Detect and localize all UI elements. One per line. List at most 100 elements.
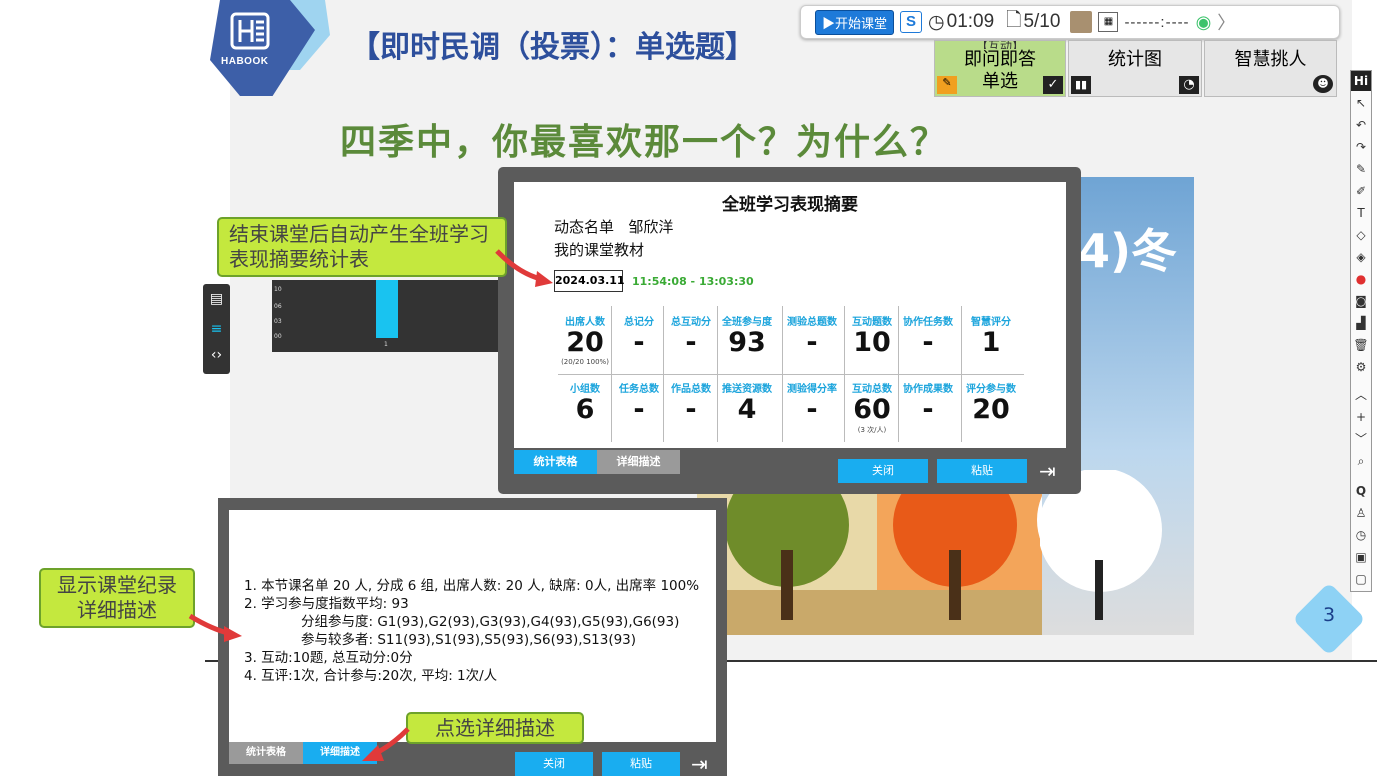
eraser-icon[interactable]: ◇ <box>1351 225 1371 245</box>
callout-click-detail: 点选详细描述 <box>406 712 584 744</box>
tab-quick-answer-label: 即问即答 <box>964 49 1036 70</box>
stat-label: 全班参与度 <box>722 317 772 328</box>
hi-button[interactable]: Hi <box>1351 71 1371 91</box>
avatar[interactable] <box>1070 11 1093 33</box>
stat-sub: (3 次/人) <box>857 426 887 434</box>
start-class-button[interactable]: ▶开始课堂 <box>815 9 895 35</box>
q-button[interactable]: Q <box>1351 481 1371 501</box>
time-range: 11:54:08 - 13:03:30 <box>632 275 754 288</box>
stat-value: - <box>922 327 934 358</box>
stat-value: 6 <box>575 394 595 425</box>
stat-value: 20 <box>566 327 604 358</box>
tab-stat-chart[interactable]: 统计图 ▮▮ ◔ <box>1068 40 1202 97</box>
stat-value: 4 <box>737 394 757 425</box>
exit-icon[interactable]: ⇥ <box>1039 459 1056 483</box>
roster-line: 动态名单 邹欣洋 <box>554 216 673 237</box>
cursor-icon[interactable]: ↖ <box>1351 93 1371 113</box>
top-toolbar: ▶开始课堂 S ◷ 01:09 🗋 5/10 ▦ ------:---- ◉ 〉 <box>800 5 1340 39</box>
tab-smart-pick-label: 智慧挑人 <box>1234 49 1307 70</box>
plus-icon[interactable]: + <box>1351 407 1371 427</box>
screen-icon[interactable]: ▢ <box>1351 569 1371 589</box>
stat-cell: 互动题数 10 <box>843 313 901 358</box>
summary-title: 全班学习表现摘要 <box>722 195 858 215</box>
close-button[interactable]: 关闭 <box>838 459 928 483</box>
function-tabs: 【互动】 即问即答 单选 ✎ ✓ 统计图 ▮▮ ◔ 智慧挑人 ☻ <box>934 40 1337 98</box>
pen-icon[interactable]: ✎ <box>1351 159 1371 179</box>
pencil-icon: ✎ <box>937 76 957 94</box>
detail-line: 1. 本节课名单 20 人, 分成 6 组, 出席人数: 20 人, 缺席: 0… <box>244 578 700 594</box>
image-icon[interactable]: ▣ <box>1351 547 1371 567</box>
stat-cell: 小组数 6 <box>556 380 614 425</box>
stat-value: 10 <box>853 327 891 358</box>
check-icon: ✓ <box>1043 76 1063 94</box>
seasons-trees-image <box>697 470 1042 635</box>
tab-stat-table[interactable]: 统计表格 <box>229 742 303 764</box>
material-name: 我的课堂教材 <box>554 241 645 259</box>
paste-button[interactable]: 粘贴 <box>937 459 1027 483</box>
status-text: ------:---- <box>1124 13 1190 31</box>
chevron-down-icon[interactable]: ﹀ <box>1351 429 1371 449</box>
stat-label: 协作任务数 <box>903 317 953 328</box>
signal-icon[interactable]: ◉ <box>1196 12 1212 33</box>
callout-show-detail: 显示课堂纪录详细描述 <box>39 568 195 628</box>
timer-icon[interactable]: ◷ <box>1351 525 1371 545</box>
summary-panel: 全班学习表现摘要 动态名单 邹欣洋 我的课堂教材 2024.03.11 11:5… <box>514 182 1066 474</box>
user-icon[interactable]: ♙ <box>1351 503 1371 523</box>
stat-value: - <box>806 327 818 358</box>
stat-cell: 全班参与度 93 <box>718 313 776 358</box>
roster-label: 动态名单 <box>554 218 615 236</box>
brush-icon[interactable]: ✐ <box>1351 181 1371 201</box>
stat-cell: 协作成果数 - <box>899 380 957 425</box>
fill-icon[interactable]: ◈ <box>1351 247 1371 267</box>
search-icon[interactable]: ⌕ <box>1351 451 1371 471</box>
tab-stat-chart-label: 统计图 <box>1108 49 1162 70</box>
exit-icon[interactable]: ⇥ <box>691 752 708 776</box>
paste-button[interactable]: 粘贴 <box>602 752 680 776</box>
tick-label: 06 <box>274 303 282 310</box>
tab-stat-table[interactable]: 统计表格 <box>514 450 597 474</box>
tab-quick-answer-top: 【互动】 <box>975 41 1024 49</box>
tab-smart-pick[interactable]: 智慧挑人 ☻ <box>1204 40 1337 97</box>
palette-icon[interactable]: ● <box>1351 269 1371 289</box>
detail-line: 4. 互评:1次, 合计参与:20次, 平均: 1次/人 <box>244 668 498 684</box>
s-icon[interactable]: S <box>900 11 923 33</box>
arrow-icon <box>362 727 410 761</box>
stat-label: 出席人数 <box>565 317 605 328</box>
stat-cell: 智慧评分 1 <box>962 313 1020 358</box>
bar-chart-icon: ▮▮ <box>1071 76 1091 94</box>
tab-detail[interactable]: 详细描述 <box>597 450 680 474</box>
stat-label: 测验得分率 <box>787 384 837 395</box>
text-icon[interactable]: T <box>1351 203 1371 223</box>
document-icon[interactable]: ▤ <box>207 290 226 309</box>
stat-cell: 测验总题数 - <box>783 313 841 358</box>
stat-label: 互动总数 <box>852 384 892 395</box>
stat-cell: 总互动分 - <box>662 313 720 358</box>
redo-icon[interactable]: ↷ <box>1351 137 1371 157</box>
summary-dialog: 全班学习表现摘要 动态名单 邹欣洋 我的课堂教材 2024.03.11 11:5… <box>498 167 1081 494</box>
stat-label: 评分参与数 <box>966 384 1016 395</box>
tab-quick-answer[interactable]: 【互动】 即问即答 单选 ✎ ✓ <box>934 40 1066 97</box>
chevron-up-icon[interactable]: ︿ <box>1351 385 1371 405</box>
stamp-icon[interactable]: ▟ <box>1351 313 1371 333</box>
tick-label: 03 <box>274 318 282 325</box>
stat-value: 93 <box>728 327 766 358</box>
list-icon[interactable]: ≡ <box>207 320 226 339</box>
chevron-right-icon[interactable]: 〉 <box>1217 9 1235 35</box>
left-mini-toolbar: ▤ ≡ ‹› <box>203 284 230 374</box>
close-button[interactable]: 关闭 <box>515 752 593 776</box>
detail-line: 分组参与度: G1(93),G2(93),G3(93),G4(93),G5(93… <box>301 614 680 630</box>
stat-label: 小组数 <box>570 384 600 395</box>
stat-value: - <box>922 394 934 425</box>
qr-icon[interactable]: ▦ <box>1098 12 1119 32</box>
camera-icon[interactable]: ◙ <box>1351 291 1371 311</box>
stat-cell: 测验得分率 - <box>783 380 841 425</box>
stat-label: 测验总题数 <box>787 317 837 328</box>
question-text: 四季中，你最喜欢那一个？为什么？ <box>340 122 949 163</box>
trash-icon[interactable]: 🗑 <box>1351 335 1371 355</box>
gear-icon[interactable]: ⚙ <box>1351 357 1371 377</box>
stat-value: - <box>685 394 697 425</box>
detail-line: 3. 互动:10题, 总互动分:0分 <box>244 650 413 666</box>
stat-cell: 作品总数 - <box>662 380 720 425</box>
code-icon[interactable]: ‹› <box>207 346 226 365</box>
undo-icon[interactable]: ↶ <box>1351 115 1371 135</box>
